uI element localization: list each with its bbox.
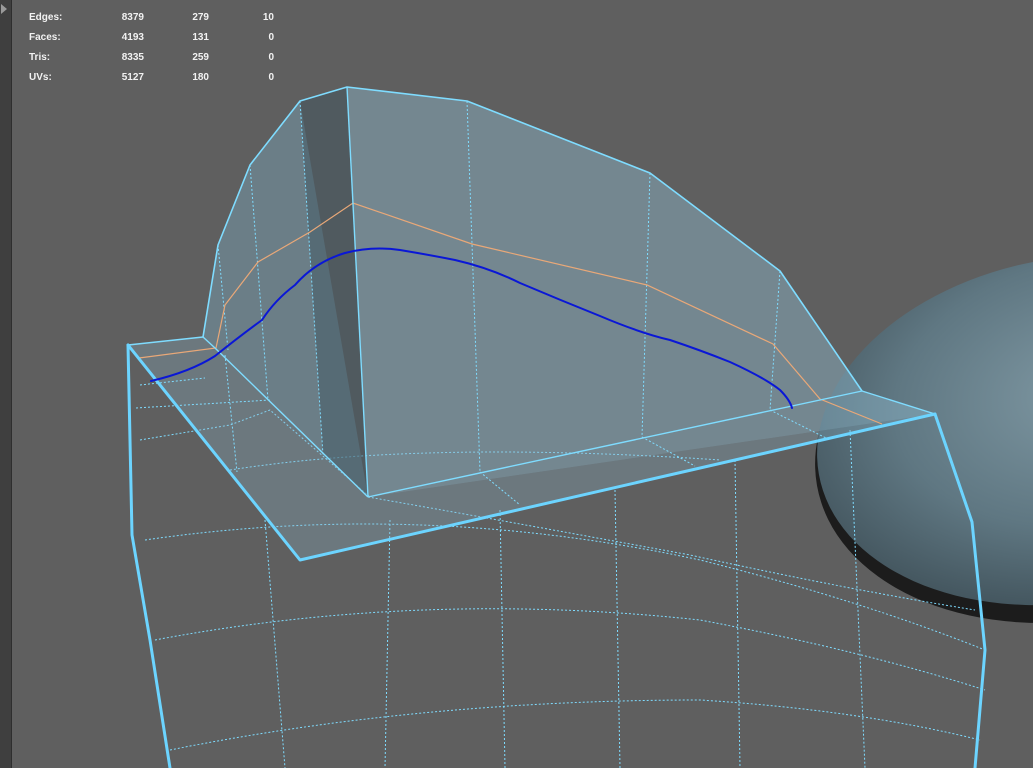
hud-value: 180 xyxy=(192,72,209,83)
hud-label: Edges: xyxy=(29,12,63,23)
hud-row-faces: Faces: 4193 131 0 xyxy=(29,28,289,48)
hud-value: 10 xyxy=(262,12,274,23)
hud-label: Tris: xyxy=(29,52,51,63)
3d-viewport[interactable]: Edges: 8379 279 10 Faces: 4193 131 0 Tri… xyxy=(0,0,1033,768)
hud-value: 131 xyxy=(192,32,209,43)
hud-value: 8335 xyxy=(121,52,144,63)
hud-clipped-row xyxy=(29,0,289,8)
hud-value: 0 xyxy=(268,32,274,43)
mesh-scene[interactable] xyxy=(0,0,1033,768)
hud-value: 5127 xyxy=(121,72,144,83)
hud-value: 8379 xyxy=(121,12,144,23)
hud-value: 0 xyxy=(268,72,274,83)
hud-value: 259 xyxy=(192,52,209,63)
hud-value: 0 xyxy=(268,52,274,63)
hud-label: Faces: xyxy=(29,32,61,43)
hud-value: 279 xyxy=(192,12,209,23)
poly-count-hud: Edges: 8379 279 10 Faces: 4193 131 0 Tri… xyxy=(29,0,289,88)
hud-label: UVs: xyxy=(29,72,52,83)
upper-mesh[interactable] xyxy=(128,87,935,560)
hud-row-edges: Edges: 8379 279 10 xyxy=(29,8,289,28)
hud-row-uvs: UVs: 5127 180 0 xyxy=(29,68,289,88)
hud-value: 4193 xyxy=(121,32,144,43)
hud-row-tris: Tris: 8335 259 0 xyxy=(29,48,289,68)
